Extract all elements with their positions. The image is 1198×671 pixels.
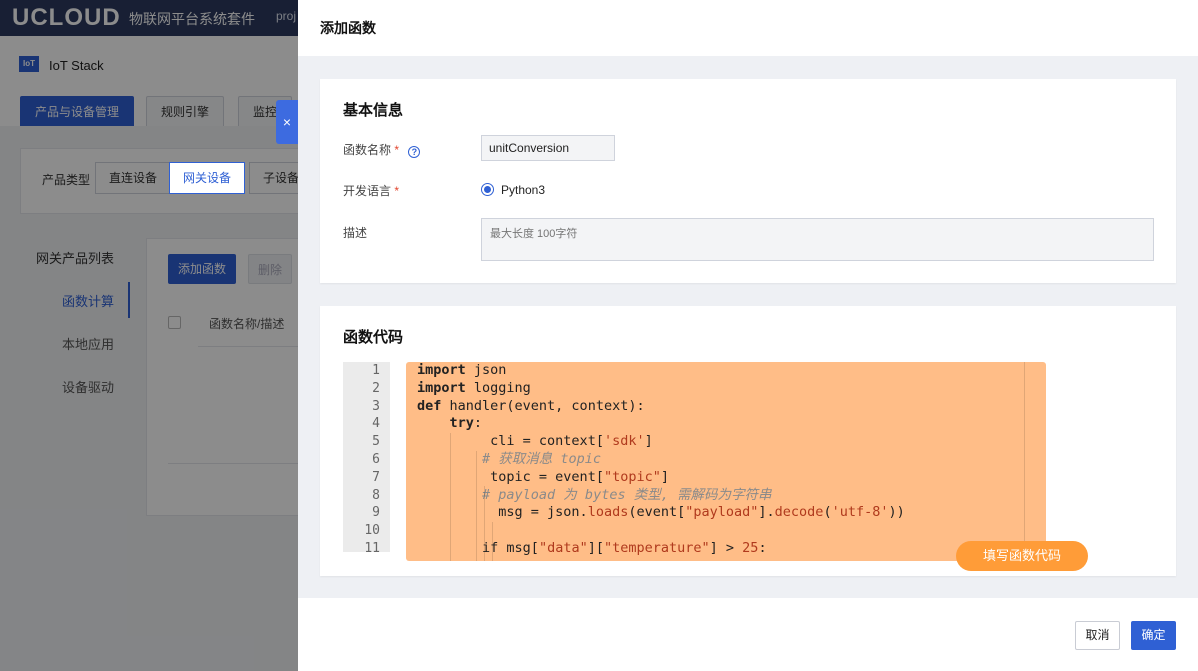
code-token: msg = json. <box>498 504 588 521</box>
line-number: 3 <box>372 398 380 414</box>
code-line: def handler(event, context): <box>406 398 1046 416</box>
code-token: (event[ <box>628 504 686 521</box>
code-line: # payload 为 bytes 类型, 需解码为字符串 <box>406 487 1046 505</box>
code-token: "topic" <box>603 468 661 485</box>
language-label: 开发语言 * <box>343 182 399 199</box>
drawer-title: 添加函数 <box>320 20 376 36</box>
code-token: ]. <box>758 504 775 521</box>
drawer-header: 添加函数 <box>298 0 1198 56</box>
python3-radio-label[interactable]: Python3 <box>501 183 545 197</box>
required-mark: * <box>394 143 400 157</box>
code-token: "data" <box>538 539 588 556</box>
code-token: 25 <box>742 539 759 556</box>
code-token: ][ <box>587 539 604 556</box>
description-label: 描述 <box>343 226 368 240</box>
line-number: 5 <box>372 434 380 450</box>
print-margin-line <box>1024 362 1025 561</box>
code-token: ] <box>660 468 669 485</box>
code-token: topic = event[ <box>490 468 604 485</box>
code-token: if msg[ <box>482 539 539 556</box>
code-line: try: <box>406 415 1046 433</box>
code-token: 'sdk' <box>603 433 645 450</box>
function-name-input[interactable] <box>481 135 615 161</box>
code-token: ] > <box>709 539 743 556</box>
code-line: import json <box>406 362 1046 380</box>
code-token: : <box>473 415 483 432</box>
code-token: # 获取消息 topic <box>482 450 602 467</box>
code-token: decode <box>774 504 824 521</box>
code-token: 'utf-8' <box>831 504 889 521</box>
code-token: "temperature" <box>603 539 710 556</box>
line-number: 9 <box>372 505 380 521</box>
line-number: 2 <box>372 380 380 396</box>
line-number: 4 <box>372 416 380 432</box>
code-line: # 获取消息 topic <box>406 451 1046 469</box>
code-token: logging <box>465 379 531 396</box>
code-line: import logging <box>406 380 1046 398</box>
code-token: ] <box>644 433 653 450</box>
line-number: 6 <box>372 451 380 467</box>
basic-info-title: 基本信息 <box>343 102 404 119</box>
line-number: 7 <box>372 469 380 485</box>
description-textarea[interactable] <box>481 218 1154 261</box>
code-token: loads <box>587 504 629 521</box>
code-token: : <box>758 539 767 556</box>
language-label-text: 开发语言 <box>343 184 392 198</box>
close-drawer-icon[interactable]: × <box>276 100 298 144</box>
indent-guide <box>484 486 485 561</box>
line-number: 10 <box>364 523 380 539</box>
add-function-drawer: 添加函数 基本信息 函数名称 * ? 开发语言 * Python3 描述 函数代… <box>298 0 1198 671</box>
code-line: topic = event["topic"] <box>406 469 1046 487</box>
code-editor-gutter: 1 2 3 4 5 6 7 8 9 10 11 <box>343 362 390 552</box>
function-name-label: 函数名称 * ? <box>343 141 421 158</box>
confirm-button[interactable]: 确定 <box>1131 621 1176 650</box>
basic-info-card: 基本信息 函数名称 * ? 开发语言 * Python3 描述 <box>320 79 1176 283</box>
code-token: )) <box>888 504 905 521</box>
code-line: if msg["data"]["temperature"] > 25: <box>406 540 1046 558</box>
code-token: "payload" <box>685 504 759 521</box>
code-token: ( <box>823 504 832 521</box>
fill-code-hint-badge: 填写函数代码 <box>956 541 1088 571</box>
code-token: json <box>465 362 507 378</box>
code-token: handler(event, context): <box>441 397 645 414</box>
indent-guide <box>492 522 493 561</box>
indent-guide <box>450 433 451 561</box>
line-number: 11 <box>364 540 380 552</box>
code-line: cli = context['sdk'] <box>406 433 1046 451</box>
drawer-footer <box>298 598 1198 671</box>
function-code-title: 函数代码 <box>343 329 404 346</box>
code-editor[interactable]: import json import logging def handler(eve… <box>406 362 1046 561</box>
code-token: # payload 为 bytes 类型, 需解码为字符串 <box>482 486 772 503</box>
code-token: def <box>417 397 442 414</box>
code-token: cli = context[ <box>490 433 604 450</box>
function-name-label-text: 函数名称 <box>343 143 392 157</box>
line-number: 1 <box>372 363 380 378</box>
indent-guide <box>476 451 477 561</box>
help-icon[interactable]: ? <box>408 146 421 158</box>
code-token: try <box>449 415 474 432</box>
function-code-card: 函数代码 1 2 3 4 5 6 7 8 9 10 11 import json import log… <box>320 306 1176 576</box>
required-mark: * <box>394 184 400 198</box>
code-line: msg = json.loads(event["payload"].decode… <box>406 504 1046 522</box>
line-number: 8 <box>372 487 380 503</box>
python3-radio[interactable] <box>481 183 494 196</box>
code-token: import <box>417 379 466 396</box>
cancel-button[interactable]: 取消 <box>1075 621 1120 650</box>
code-token: import <box>417 362 466 378</box>
filter-option-gateway[interactable]: 网关设备 <box>169 162 246 194</box>
